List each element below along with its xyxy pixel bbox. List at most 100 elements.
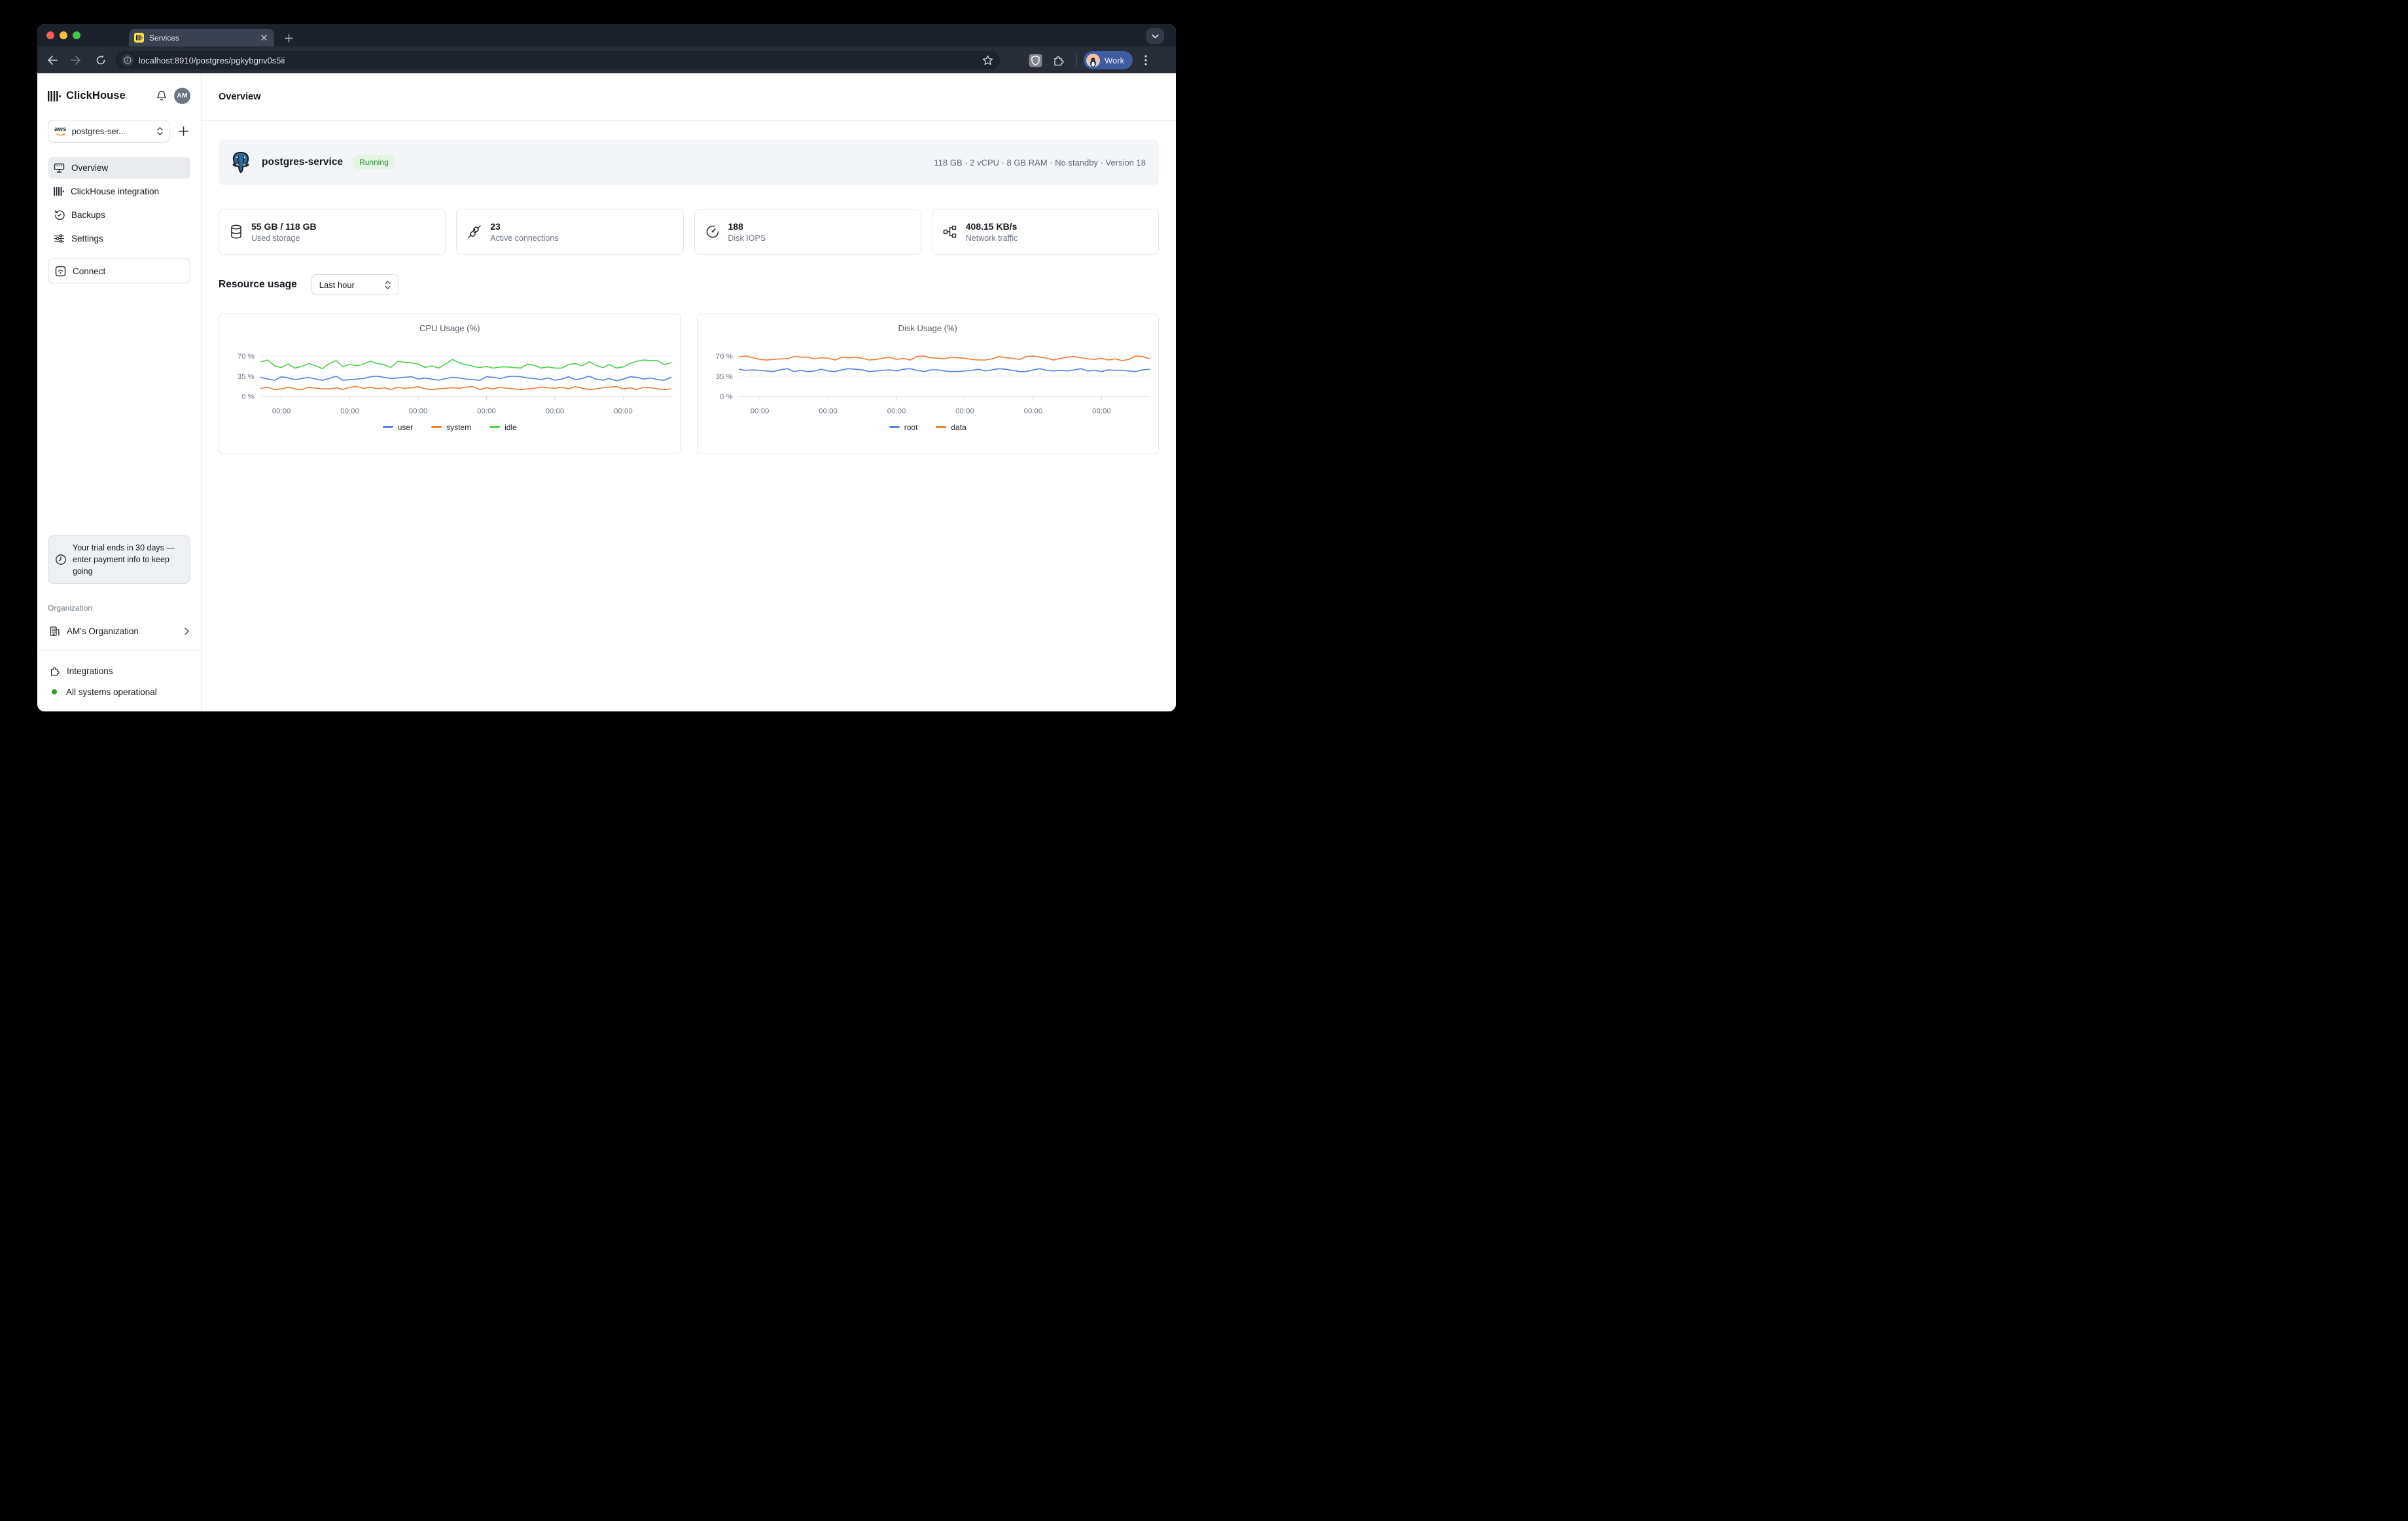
svg-text:35 %: 35 %	[238, 373, 255, 381]
svg-text:70 %: 70 %	[715, 353, 732, 361]
stat-value: 23	[490, 221, 558, 232]
bookmark-star-icon[interactable]	[982, 55, 993, 65]
chart-title: CPU Usage (%)	[219, 323, 681, 335]
clock-icon	[55, 554, 67, 565]
zoom-window-button[interactable]	[73, 31, 80, 39]
url-text[interactable]: localhost:8910/postgres/pgkybgnv0s5ii	[139, 56, 977, 65]
forward-button[interactable]	[67, 52, 84, 69]
time-range-value: Last hour	[319, 280, 373, 290]
svg-text:0 %: 0 %	[241, 393, 255, 401]
profile-label: Work	[1105, 56, 1124, 65]
stat-value: 188	[728, 221, 766, 232]
time-range-select[interactable]: Last hour	[311, 274, 398, 295]
browser-toolbar: localhost:8910/postgres/pgkybgnv0s5ii Wo…	[37, 46, 1176, 73]
chart-legend: user system idle	[219, 423, 681, 432]
svg-text:00:00: 00:00	[887, 408, 906, 416]
organization-name: AM's Organization	[67, 626, 178, 636]
sidebar-item-clickhouse-integration[interactable]: ClickHouse integration	[48, 181, 190, 202]
system-status-row[interactable]: All systems operational	[48, 681, 190, 702]
gauge-icon	[705, 224, 720, 239]
building-icon	[49, 626, 60, 637]
minimize-window-button[interactable]	[60, 31, 67, 39]
sidebar-item-backups[interactable]: Backups	[48, 204, 190, 226]
service-specs: 118 GB · 2 vCPU · 8 GB RAM · No standby …	[934, 158, 1146, 168]
sidebar-item-settings[interactable]: Settings	[48, 228, 190, 249]
stat-card-disk-iops: 188 Disk IOPS	[694, 209, 921, 255]
legend-label: user	[398, 423, 413, 432]
tab-search-chevron-down-icon[interactable]	[1146, 28, 1164, 44]
settings-sliders-icon	[54, 233, 65, 244]
clickhouse-bars-icon	[54, 187, 64, 196]
brand-title: ClickHouse	[66, 90, 149, 102]
organization-row[interactable]: AM's Organization	[48, 620, 190, 641]
cpu-usage-plot: 0 %35 %70 %00:0000:0000:0000:0000:0000:0…	[219, 339, 681, 419]
svg-text:00:00: 00:00	[546, 408, 565, 416]
clickhouse-favicon-icon	[134, 33, 144, 43]
stat-value: 55 GB / 118 GB	[251, 221, 317, 232]
shield-extension-icon[interactable]	[1027, 52, 1043, 68]
toolbar-separator	[1076, 54, 1077, 66]
chevron-up-down-icon	[157, 127, 163, 135]
trial-notice: Your trial ends in 30 days — enter payme…	[48, 535, 190, 584]
browser-tab-services[interactable]: Services	[129, 29, 274, 46]
sidebar-item-overview[interactable]: Overview	[48, 157, 190, 179]
stat-value: 408.15 KB/s	[966, 221, 1018, 232]
legend-swatch	[383, 426, 393, 428]
connect-button[interactable]: Connect	[48, 259, 190, 283]
sidebar-item-label: Overview	[71, 163, 108, 173]
service-banner: postgres-service Running 118 GB · 2 vCPU…	[219, 139, 1159, 185]
info-icon[interactable]	[122, 54, 133, 66]
close-window-button[interactable]	[46, 31, 54, 39]
svg-text:00:00: 00:00	[1092, 408, 1111, 416]
new-tab-button[interactable]	[281, 30, 296, 46]
penguin-avatar	[1086, 54, 1100, 67]
svg-text:00:00: 00:00	[614, 408, 633, 416]
status-badge: Running	[352, 155, 396, 170]
postgresql-logo	[229, 151, 253, 175]
legend-swatch	[489, 426, 500, 428]
service-name: postgres-service	[262, 156, 343, 168]
service-selector[interactable]: aws postgres-ser...	[48, 120, 169, 143]
resource-usage-heading: Resource usage	[219, 279, 297, 291]
url-bar[interactable]: localhost:8910/postgres/pgkybgnv0s5ii	[115, 51, 1000, 69]
legend-label: root	[904, 423, 918, 432]
svg-text:00:00: 00:00	[477, 408, 496, 416]
kebab-menu-icon[interactable]	[1138, 52, 1154, 68]
trial-notice-text: Your trial ends in 30 days — enter payme…	[73, 542, 183, 577]
page-header: Overview	[202, 73, 1176, 121]
legend-label: system	[446, 423, 471, 432]
plug-icon	[467, 224, 482, 239]
stat-card-used-storage: 55 GB / 118 GB Used storage	[219, 209, 446, 255]
main-content: Overview postgres-service Running 118 GB…	[202, 73, 1176, 711]
connect-label: Connect	[73, 266, 105, 276]
stat-card-active-connections: 23 Active connections	[456, 209, 683, 255]
sidebar-item-label: Backups	[71, 210, 105, 220]
backups-icon	[54, 209, 65, 221]
stat-label: Active connections	[490, 234, 558, 243]
tab-title: Services	[149, 33, 253, 43]
svg-text:00:00: 00:00	[750, 408, 769, 416]
profile-chip[interactable]: Work	[1084, 51, 1133, 69]
svg-text:00:00: 00:00	[1023, 408, 1042, 416]
stat-label: Network traffic	[966, 234, 1018, 243]
chart-legend: root data	[698, 423, 1159, 432]
stat-label: Used storage	[251, 234, 317, 243]
reload-button[interactable]	[92, 52, 109, 69]
back-button[interactable]	[44, 52, 61, 69]
svg-text:00:00: 00:00	[340, 408, 359, 416]
stat-label: Disk IOPS	[728, 234, 766, 243]
svg-text:70 %: 70 %	[238, 353, 255, 361]
window-controls	[46, 31, 80, 39]
puzzle-icon	[49, 666, 60, 677]
close-tab-icon[interactable]	[258, 33, 269, 43]
svg-text:35 %: 35 %	[715, 373, 732, 381]
bell-icon[interactable]	[154, 89, 169, 103]
integrations-row[interactable]: Integrations	[48, 660, 190, 681]
disk-usage-plot: 0 %35 %70 %00:0000:0000:0000:0000:0000:0…	[698, 339, 1159, 419]
tab-strip: Services	[37, 24, 1176, 46]
user-avatar[interactable]: AM	[174, 88, 190, 104]
extensions-puzzle-icon[interactable]	[1050, 52, 1066, 68]
status-dot	[52, 689, 57, 694]
add-service-button[interactable]	[176, 124, 190, 139]
sidebar-item-label: Settings	[71, 234, 103, 243]
